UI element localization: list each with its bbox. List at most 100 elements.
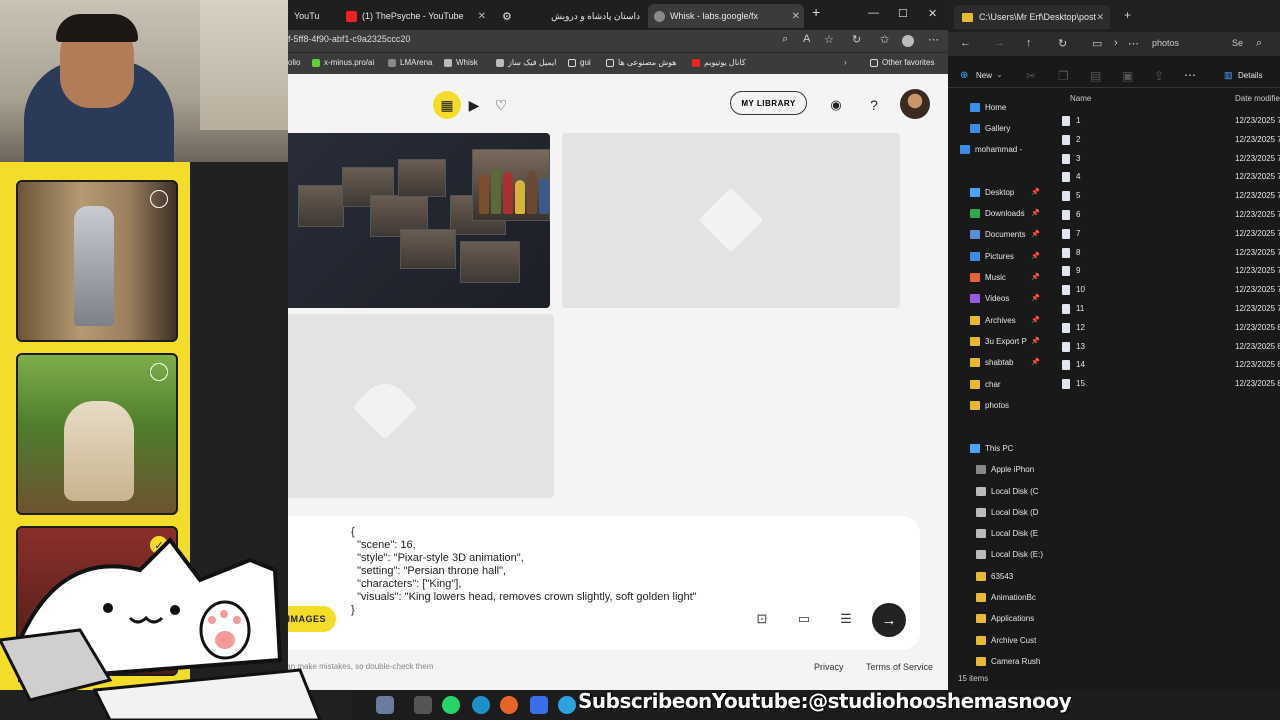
- nav-item[interactable]: photos: [948, 396, 1044, 414]
- app-icon[interactable]: [500, 696, 518, 714]
- file-row[interactable]: 8 12/23/2025 7: [1058, 244, 1280, 262]
- file-row[interactable]: 6 12/23/2025 7: [1058, 206, 1280, 224]
- nav-item[interactable]: AnimationBc: [948, 588, 1044, 606]
- column-header-date[interactable]: Date modifie: [1235, 94, 1280, 103]
- telegram-icon[interactable]: [558, 696, 576, 714]
- pin-icon[interactable]: 📌: [1031, 230, 1040, 238]
- loading-image-card[interactable]: [562, 133, 900, 308]
- new-tab-icon[interactable]: +: [1124, 8, 1131, 22]
- nav-item[interactable]: Local Disk (E:): [948, 545, 1044, 563]
- rename-icon[interactable]: ▣: [1122, 69, 1133, 83]
- favorite-item[interactable]: ایمیل فیک ساز: [496, 58, 556, 67]
- favorite-item[interactable]: LMArena: [388, 58, 432, 67]
- nav-item[interactable]: Music 📌: [948, 268, 1044, 286]
- close-tab-icon[interactable]: ✕: [792, 11, 800, 22]
- back-arrow-icon[interactable]: ←: [960, 37, 971, 49]
- edge-icon[interactable]: [472, 696, 490, 714]
- forward-arrow-icon[interactable]: →: [994, 37, 1005, 49]
- collections-icon[interactable]: ✩: [880, 33, 889, 46]
- nav-item[interactable]: Home: [948, 98, 1044, 116]
- cut-icon[interactable]: ✂: [1026, 69, 1036, 83]
- url-text[interactable]: f-5ff8-4f90-abf1-c9a2325ccc20: [288, 34, 410, 44]
- more-menu-icon[interactable]: ⋯: [928, 33, 939, 46]
- task-view-icon[interactable]: [376, 696, 394, 714]
- nav-item[interactable]: Documents 📌: [948, 225, 1044, 243]
- more-options-icon[interactable]: ⋯: [1184, 68, 1196, 82]
- copy-icon[interactable]: ❐: [1058, 69, 1069, 83]
- tab-whisk[interactable]: Whisk - labs.google/fx ✕: [648, 4, 804, 28]
- nav-item[interactable]: shabtab 📌: [948, 353, 1044, 371]
- nav-item[interactable]: Local Disk (E: [948, 524, 1044, 542]
- app-icon[interactable]: [414, 696, 432, 714]
- tab-settings[interactable]: ⚙: [496, 4, 536, 28]
- nav-item[interactable]: Videos 📌: [948, 289, 1044, 307]
- file-row[interactable]: 14 12/23/2025 8: [1058, 356, 1280, 374]
- aspect-ratio-icon[interactable]: ▭: [795, 610, 813, 628]
- minimize-icon[interactable]: —: [868, 7, 879, 19]
- prompt-input[interactable]: { "scene": 16, "style": "Pixar-style 3D …: [351, 526, 711, 617]
- share-icon[interactable]: ⇪: [1154, 69, 1164, 83]
- breadcrumb-current[interactable]: photos: [1152, 38, 1179, 48]
- profile-icon[interactable]: [902, 35, 914, 47]
- up-arrow-icon[interactable]: ↑: [1026, 37, 1032, 49]
- select-circle-icon[interactable]: [150, 190, 168, 208]
- reference-image-old-man[interactable]: [16, 353, 178, 515]
- refresh-icon[interactable]: ↻: [1058, 37, 1067, 50]
- favorite-item[interactable]: Other favorites: [870, 58, 934, 67]
- avatar[interactable]: [900, 89, 930, 119]
- nav-item[interactable]: Archive Cust: [948, 631, 1044, 649]
- app-icon[interactable]: [530, 696, 548, 714]
- settings-sliders-icon[interactable]: ☰: [837, 610, 855, 628]
- my-library-button[interactable]: MY LIBRARY: [730, 91, 807, 115]
- nav-item[interactable]: Pictures 📌: [948, 247, 1044, 265]
- nav-item[interactable]: Desktop 📌: [948, 183, 1044, 201]
- generated-image-card[interactable]: [288, 133, 550, 308]
- search-input[interactable]: Se: [1232, 38, 1243, 48]
- pin-icon[interactable]: 📌: [1031, 294, 1040, 302]
- new-button[interactable]: New: [976, 71, 992, 80]
- zoom-icon[interactable]: ⌕: [782, 33, 788, 46]
- nav-item[interactable]: Archives 📌: [948, 311, 1044, 329]
- close-window-icon[interactable]: ✕: [928, 7, 937, 20]
- read-aloud-icon[interactable]: A: [803, 33, 810, 45]
- reference-image-knight[interactable]: [16, 180, 178, 342]
- help-icon[interactable]: ?: [860, 91, 888, 119]
- tab-story[interactable]: داستان پادشاه و درویش: [546, 4, 646, 28]
- file-row[interactable]: 13 12/23/2025 8: [1058, 338, 1280, 356]
- nav-item[interactable]: Applications: [948, 609, 1044, 627]
- nav-item[interactable]: This PC: [948, 439, 1044, 457]
- favorite-item[interactable]: gui: [568, 58, 591, 67]
- submit-arrow-button[interactable]: →: [872, 603, 906, 637]
- favorite-item[interactable]: کانال یوتیوبم: [692, 58, 746, 67]
- video-icon[interactable]: ▶: [460, 91, 488, 119]
- favorite-item[interactable]: Whisk: [444, 58, 478, 67]
- overflow-icon[interactable]: ⋯: [1128, 37, 1139, 50]
- image-reference-icon[interactable]: ⊡: [753, 610, 771, 628]
- favorite-item[interactable]: هوش مصنوعی ها: [606, 58, 676, 67]
- pin-icon[interactable]: 📌: [1031, 337, 1040, 345]
- nav-item[interactable]: char: [948, 375, 1044, 393]
- nav-item[interactable]: Camera Rush: [948, 652, 1044, 670]
- whatsapp-icon[interactable]: [442, 696, 460, 714]
- file-row[interactable]: 11 12/23/2025 7: [1058, 300, 1280, 318]
- address-bar[interactable]: f-5ff8-4f90-abf1-c9a2325ccc20 ⌕ A ☆ ↻ ✩ …: [288, 30, 948, 52]
- favorite-item[interactable]: x-minus.pro/ai: [312, 58, 374, 67]
- search-icon[interactable]: ⌕: [1256, 37, 1262, 50]
- maximize-icon[interactable]: ☐: [898, 7, 908, 20]
- file-row[interactable]: 4 12/23/2025 7: [1058, 168, 1280, 186]
- favorite-item[interactable]: olio: [288, 58, 300, 67]
- pin-icon[interactable]: 📌: [1031, 273, 1040, 281]
- nav-item[interactable]: Apple iPhon: [948, 460, 1044, 478]
- privacy-link[interactable]: Privacy: [814, 662, 844, 672]
- favorites-overflow-icon[interactable]: ›: [844, 58, 847, 67]
- nav-item[interactable]: mohammad -: [948, 140, 1044, 158]
- file-row[interactable]: 5 12/23/2025 7: [1058, 187, 1280, 205]
- pin-icon[interactable]: 📌: [1031, 252, 1040, 260]
- close-tab-icon[interactable]: ✕: [1096, 12, 1104, 23]
- heart-icon[interactable]: ♡: [487, 91, 515, 119]
- refresh-icon[interactable]: ↻: [852, 33, 861, 46]
- pin-icon[interactable]: 📌: [1031, 188, 1040, 196]
- nav-item[interactable]: Local Disk (D: [948, 503, 1044, 521]
- tab-youtube-partial[interactable]: YouTub: [288, 4, 320, 28]
- select-circle-icon[interactable]: [150, 363, 168, 381]
